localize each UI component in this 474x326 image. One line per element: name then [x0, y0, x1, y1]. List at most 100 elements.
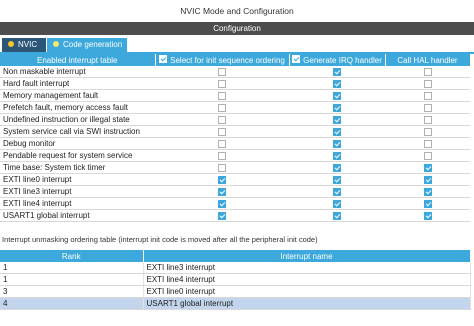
interrupt-name-cell: EXTI line0 interrupt	[143, 285, 471, 298]
table-row[interactable]: EXTI line3 interrupt	[0, 185, 470, 198]
checkbox-cell	[385, 66, 470, 78]
table-row[interactable]: Memory management fault	[0, 89, 470, 102]
interrupt-table: Enabled interrupt table Select for init …	[0, 54, 471, 222]
gen-irq-checkbox[interactable]	[333, 187, 341, 196]
select-init-checkbox[interactable]	[218, 103, 226, 112]
col-header-rank[interactable]: Rank	[0, 250, 144, 262]
checkbox-cell	[155, 173, 289, 186]
gen-irq-checkbox[interactable]	[333, 175, 341, 184]
ordering-row[interactable]: 4 USART1 global interrupt	[0, 297, 471, 310]
header-checkbox-icon[interactable]	[159, 55, 168, 64]
select-init-checkbox[interactable]	[218, 139, 226, 148]
gen-irq-checkbox[interactable]	[333, 211, 341, 220]
interrupt-name-cell: USART1 global interrupt	[143, 297, 471, 310]
call-hal-checkbox[interactable]	[423, 115, 432, 124]
table-row[interactable]: Time base: System tick timer	[0, 161, 470, 174]
checkbox-cell	[289, 161, 385, 174]
rank-cell: 1	[0, 273, 144, 286]
gen-irq-checkbox[interactable]	[333, 163, 341, 172]
table-row[interactable]: USART1 global interrupt	[0, 209, 470, 222]
checkbox-cell	[385, 137, 470, 150]
interrupt-name-cell: EXTI line3 interrupt	[143, 262, 471, 274]
gen-irq-checkbox[interactable]	[333, 91, 341, 100]
table-row[interactable]: System service call via SWI instruction	[0, 125, 470, 138]
call-hal-checkbox[interactable]	[423, 175, 432, 184]
interrupt-name-cell: EXTI line4 interrupt	[143, 273, 471, 286]
interrupt-name: Time base: System tick timer	[0, 161, 155, 174]
call-hal-checkbox[interactable]	[423, 67, 432, 76]
table-row[interactable]: EXTI line4 interrupt	[0, 197, 470, 210]
rank-cell: 4	[0, 297, 144, 310]
col-header-generate-irq-label: Generate IRQ handler	[303, 55, 382, 65]
checkbox-cell	[385, 173, 470, 186]
tab-nvic[interactable]: NVIC	[2, 38, 46, 52]
table-row[interactable]: Undefined instruction or illegal state	[0, 113, 470, 126]
checkbox-cell	[289, 77, 385, 90]
interrupt-name: Pendable request for system service	[0, 149, 155, 162]
call-hal-checkbox[interactable]	[423, 139, 432, 148]
tab-code-generation[interactable]: Code generation	[47, 38, 127, 52]
select-init-checkbox[interactable]	[218, 91, 226, 100]
table-row[interactable]: Non maskable interrupt	[0, 66, 470, 78]
checkbox-cell	[385, 125, 470, 138]
checkbox-cell	[385, 161, 470, 174]
call-hal-checkbox[interactable]	[423, 199, 432, 208]
gen-irq-checkbox[interactable]	[333, 127, 341, 136]
checkbox-cell	[155, 209, 289, 222]
select-init-checkbox[interactable]	[218, 79, 226, 88]
gen-irq-checkbox[interactable]	[333, 115, 341, 124]
gen-irq-checkbox[interactable]	[333, 79, 341, 88]
col-header-select-init[interactable]: Select for init sequence ordering	[155, 54, 290, 66]
call-hal-checkbox[interactable]	[423, 103, 432, 112]
select-init-checkbox[interactable]	[218, 115, 226, 124]
select-init-checkbox[interactable]	[218, 199, 226, 208]
select-init-checkbox[interactable]	[218, 127, 226, 136]
gen-irq-checkbox[interactable]	[333, 151, 341, 160]
ordering-row[interactable]: 3 EXTI line0 interrupt	[0, 285, 471, 298]
call-hal-checkbox[interactable]	[423, 187, 432, 196]
col-header-call-hal[interactable]: Call HAL handler	[385, 54, 471, 66]
status-dot-icon	[53, 40, 59, 47]
call-hal-checkbox[interactable]	[423, 151, 432, 160]
select-init-checkbox[interactable]	[218, 211, 226, 220]
col-header-generate-irq[interactable]: Generate IRQ handler	[289, 54, 386, 66]
select-init-checkbox[interactable]	[218, 67, 226, 76]
gen-irq-checkbox[interactable]	[333, 67, 341, 76]
select-init-checkbox[interactable]	[218, 175, 226, 184]
interrupt-name: System service call via SWI instruction	[0, 125, 155, 138]
table-row[interactable]: EXTI line0 interrupt	[0, 173, 470, 186]
window-title: NVIC Mode and Configuration	[180, 6, 294, 16]
call-hal-checkbox[interactable]	[423, 163, 432, 172]
call-hal-checkbox[interactable]	[423, 211, 432, 220]
checkbox-cell	[289, 209, 385, 222]
checkbox-cell	[385, 89, 470, 102]
select-init-checkbox[interactable]	[218, 163, 226, 172]
table-row[interactable]: Hard fault interrupt	[0, 77, 470, 90]
call-hal-checkbox[interactable]	[423, 79, 432, 88]
header-checkbox-icon[interactable]	[292, 55, 301, 64]
call-hal-checkbox[interactable]	[423, 91, 432, 100]
interrupt-name: Hard fault interrupt	[0, 77, 155, 90]
select-init-checkbox[interactable]	[218, 151, 226, 160]
checkbox-cell	[155, 149, 289, 162]
table-row[interactable]: Debug monitor	[0, 137, 470, 150]
col-header-interrupt-name[interactable]: Interrupt name	[143, 250, 471, 262]
col-header-select-init-label: Select for init sequence ordering	[170, 55, 285, 65]
table-row[interactable]: Prefetch fault, memory access fault	[0, 101, 470, 114]
table-row[interactable]: Pendable request for system service	[0, 149, 470, 162]
gen-irq-checkbox[interactable]	[333, 103, 341, 112]
checkbox-cell	[289, 173, 385, 186]
checkbox-cell	[385, 149, 470, 162]
interrupt-name: EXTI line3 interrupt	[0, 185, 155, 198]
interrupt-name: Non maskable interrupt	[0, 66, 155, 78]
ordering-row[interactable]: 1 EXTI line4 interrupt	[0, 273, 471, 286]
tab-bar: NVIC Code generation	[0, 35, 474, 52]
ordering-row[interactable]: 1 EXTI line3 interrupt	[0, 262, 471, 274]
ordering-note: Interrupt unmasking ordering table (inte…	[2, 235, 318, 244]
checkbox-cell	[155, 77, 289, 90]
call-hal-checkbox[interactable]	[423, 127, 432, 136]
col-header-interrupt-name[interactable]: Enabled interrupt table	[0, 54, 156, 66]
select-init-checkbox[interactable]	[218, 187, 226, 196]
gen-irq-checkbox[interactable]	[333, 139, 341, 148]
gen-irq-checkbox[interactable]	[333, 199, 341, 208]
